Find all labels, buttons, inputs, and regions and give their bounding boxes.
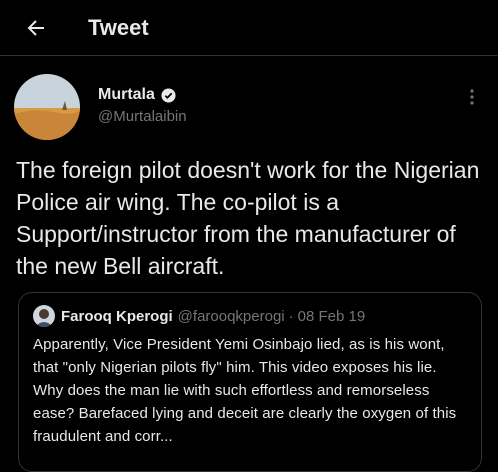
- tweet-author: Murtala @Murtalaibin: [14, 74, 484, 140]
- top-bar: Tweet: [0, 0, 498, 56]
- back-button[interactable]: [16, 8, 56, 48]
- quoted-tweet-date[interactable]: 08 Feb 19: [298, 308, 366, 325]
- landscape-avatar: [14, 74, 80, 140]
- tweet-text: The foreign pilot doesn't work for the N…: [16, 157, 480, 279]
- page-title: Tweet: [88, 14, 149, 40]
- separator-dot: ·: [288, 307, 294, 325]
- author-name[interactable]: Murtala: [98, 86, 155, 104]
- quoted-author-handle[interactable]: @farooqkperogi: [178, 308, 285, 325]
- quoted-author-avatar[interactable]: [33, 305, 55, 327]
- verified-badge-icon: [161, 87, 176, 103]
- arrow-left-icon: [27, 19, 44, 36]
- quoted-tweet[interactable]: Farooq Kperogi @farooqkperogi · 08 Feb 1…: [18, 292, 482, 472]
- more-vertical-icon: [470, 89, 474, 105]
- portrait-avatar: [33, 305, 55, 327]
- quoted-tweet-text: Apparently, Vice President Yemi Osinbajo…: [33, 336, 457, 445]
- author-handle[interactable]: @Murtalaibin: [98, 108, 187, 125]
- more-options-button[interactable]: [462, 86, 482, 108]
- quoted-author-name[interactable]: Farooq Kperogi: [61, 308, 173, 325]
- author-avatar[interactable]: [14, 74, 80, 140]
